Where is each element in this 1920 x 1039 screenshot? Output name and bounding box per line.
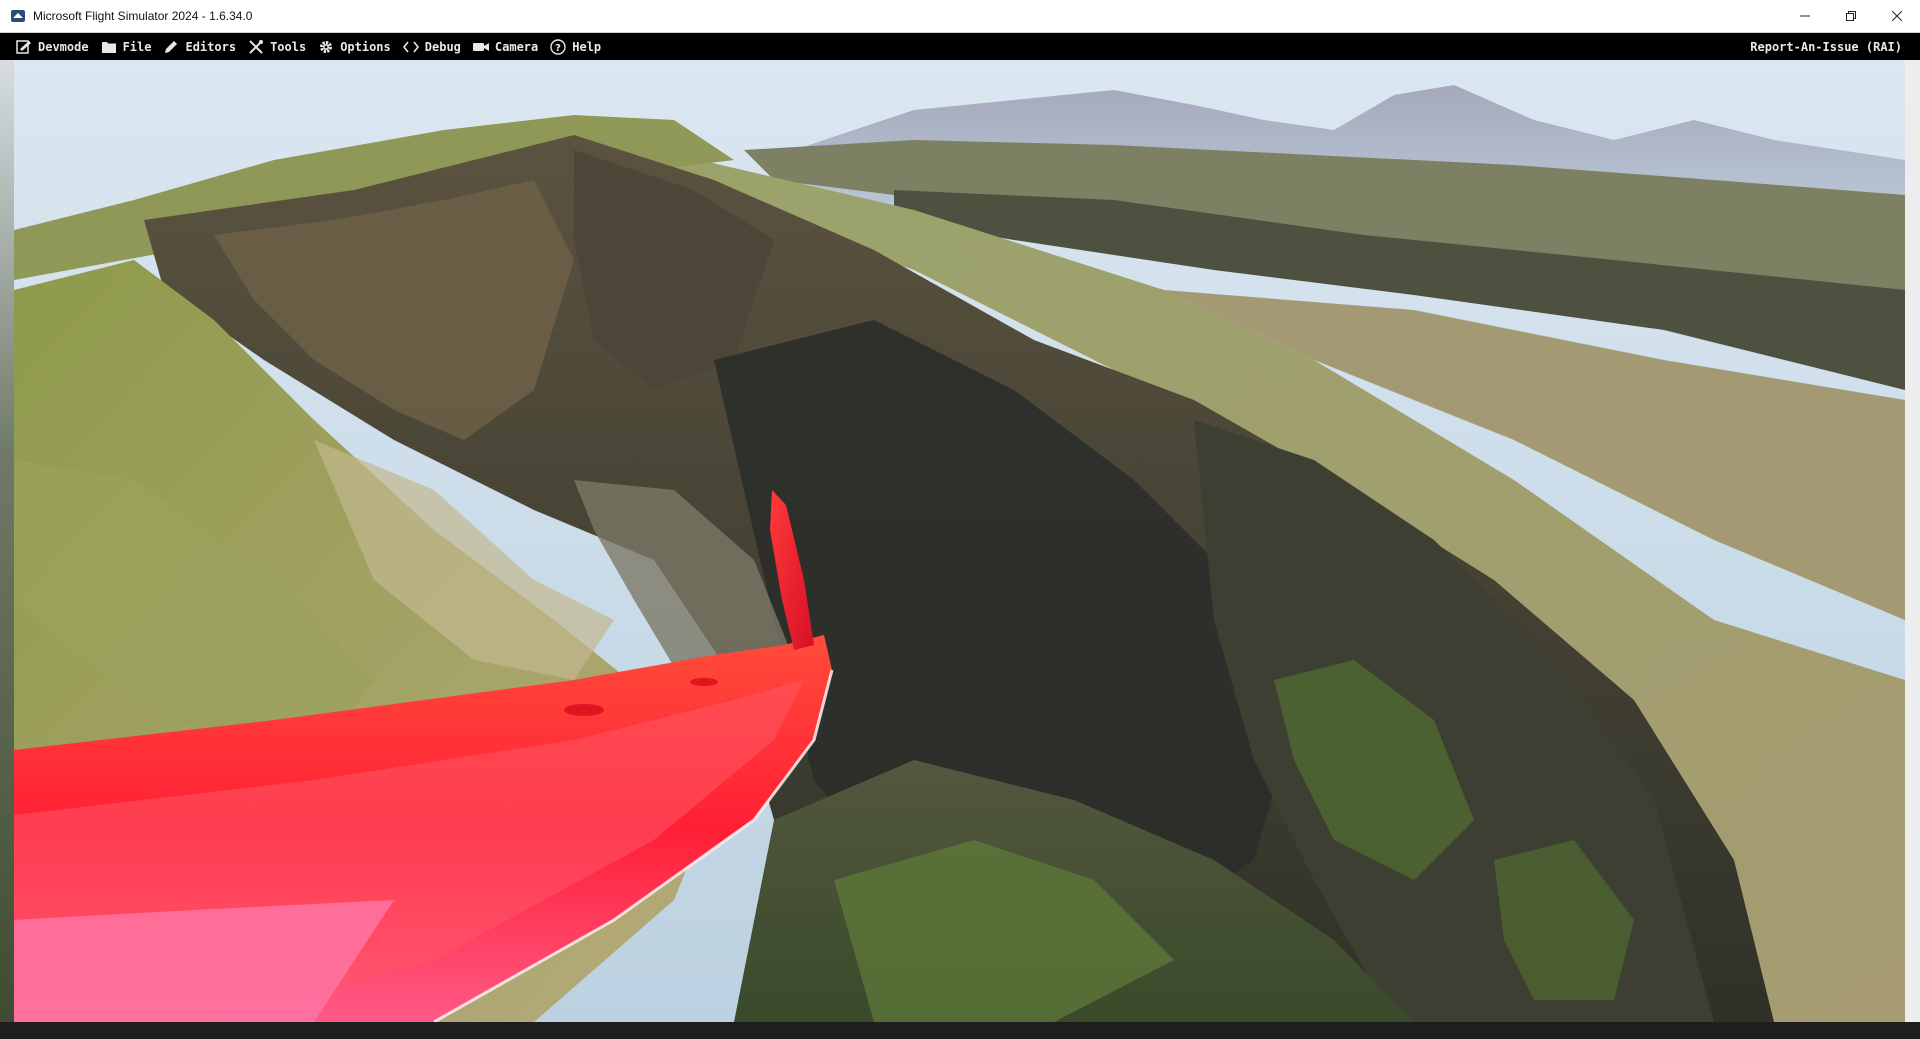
code-brackets-icon <box>402 39 419 55</box>
menu-file[interactable]: File <box>95 33 158 60</box>
gear-icon <box>318 39 334 55</box>
minimize-button[interactable] <box>1782 0 1828 32</box>
msfs-app-icon <box>10 8 26 24</box>
folder-icon <box>101 39 117 55</box>
menu-options[interactable]: Options <box>312 33 397 60</box>
menu-tools-label: Tools <box>270 39 307 54</box>
tools-icon <box>248 39 264 55</box>
menu-editors-label: Editors <box>185 39 237 54</box>
camera-icon <box>472 39 489 55</box>
restore-button[interactable] <box>1828 0 1874 32</box>
report-an-issue-button[interactable]: Report-An-Issue (RAI) <box>1750 33 1902 60</box>
window-bottom-edge <box>0 1022 1920 1039</box>
menu-camera-label: Camera <box>494 39 539 54</box>
close-icon <box>1892 11 1902 21</box>
menu-devmode-label: Devmode <box>38 39 89 54</box>
menu-help-label: Help <box>572 39 602 54</box>
menu-devmode[interactable]: Devmode <box>0 33 95 60</box>
window-title: Microsoft Flight Simulator 2024 - 1.6.34… <box>33 9 253 23</box>
restore-icon <box>1846 11 1856 21</box>
help-circle-icon: ? <box>550 38 566 55</box>
window-title-bar[interactable]: Microsoft Flight Simulator 2024 - 1.6.34… <box>0 0 1920 33</box>
menu-tools[interactable]: Tools <box>242 33 312 60</box>
background-desktop-strip <box>0 60 14 1039</box>
menu-debug[interactable]: Debug <box>397 33 467 60</box>
menu-editors[interactable]: Editors <box>157 33 242 60</box>
background-desktop-strip-right <box>1905 60 1920 1039</box>
menu-camera[interactable]: Camera <box>467 33 544 60</box>
minimize-icon <box>1800 15 1810 17</box>
close-button[interactable] <box>1874 0 1920 32</box>
pencil-icon <box>163 39 179 55</box>
menu-debug-label: Debug <box>424 39 461 54</box>
scene-render <box>14 60 1905 1022</box>
svg-text:?: ? <box>555 43 561 54</box>
menu-options-label: Options <box>340 39 391 54</box>
simulator-viewport[interactable] <box>14 60 1905 1022</box>
devmode-menubar: Devmode File Editors Tools Options Debug <box>0 33 1920 60</box>
menu-file-label: File <box>122 39 152 54</box>
devmode-icon <box>16 39 32 55</box>
menu-help[interactable]: ? Help <box>544 33 607 60</box>
